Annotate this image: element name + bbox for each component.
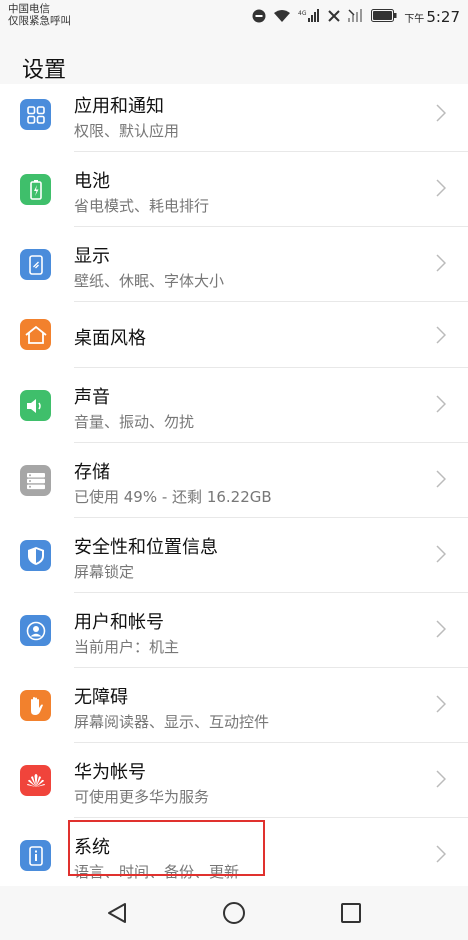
item-title: 显示 <box>74 246 110 267</box>
settings-item-apps-notifications[interactable]: 应用和通知 权限、默认应用 <box>0 84 468 152</box>
time-value: 5:27 <box>426 8 460 26</box>
chevron-right-icon <box>436 620 447 642</box>
chevron-right-icon <box>436 179 447 201</box>
display-icon <box>20 249 51 280</box>
recents-square-icon <box>341 903 361 923</box>
settings-item-display[interactable]: 显示 壁纸、休眠、字体大小 <box>0 227 468 302</box>
page-title: 设置 <box>22 58 67 83</box>
home-button[interactable] <box>220 899 248 927</box>
hand-icon <box>20 690 51 721</box>
chevron-right-icon <box>436 104 447 126</box>
chevron-right-icon <box>436 545 447 567</box>
carrier-info: 中国电信 仅限紧急呼叫 <box>8 3 71 27</box>
battery-icon <box>20 174 51 205</box>
chevron-right-icon <box>436 770 447 792</box>
settings-item-home-style[interactable]: 桌面风格 <box>0 302 468 368</box>
item-title: 电池 <box>74 171 110 192</box>
status-icons: 4G 下午 5:27 <box>252 8 460 26</box>
wifi-icon <box>273 9 291 26</box>
item-subtitle: 屏幕阅读器、显示、互动控件 <box>74 713 270 731</box>
back-button[interactable] <box>103 899 131 927</box>
settings-item-storage[interactable]: 存储 已使用 49% - 还剩 16.22GB <box>0 443 468 518</box>
sound-icon <box>20 390 51 421</box>
chevron-right-icon <box>436 254 447 276</box>
item-title: 安全性和位置信息 <box>74 537 218 558</box>
item-title: 应用和通知 <box>74 96 164 117</box>
emergency-only-label: 仅限紧急呼叫 <box>8 15 71 27</box>
system-icon <box>20 840 51 871</box>
chevron-right-icon <box>436 845 447 867</box>
settings-item-battery[interactable]: 电池 省电模式、耗电排行 <box>0 152 468 227</box>
status-bar: 中国电信 仅限紧急呼叫 4G 下午 5:27 <box>0 0 468 34</box>
chevron-right-icon <box>436 326 447 348</box>
settings-item-security-location[interactable]: 安全性和位置信息 屏幕锁定 <box>0 518 468 593</box>
svg-text:4G: 4G <box>298 10 307 17</box>
highlight-box <box>68 820 265 876</box>
item-title: 华为帐号 <box>74 762 146 783</box>
user-icon <box>20 615 51 646</box>
storage-icon <box>20 465 51 496</box>
apps-icon <box>20 99 51 130</box>
settings-item-sound[interactable]: 声音 音量、振动、勿扰 <box>0 368 468 443</box>
item-subtitle: 省电模式、耗电排行 <box>74 197 210 215</box>
back-triangle-icon <box>108 903 126 923</box>
settings-item-huawei-account[interactable]: 华为帐号 可使用更多华为服务 <box>0 743 468 818</box>
carrier-name: 中国电信 <box>8 3 50 15</box>
chevron-right-icon <box>436 395 447 417</box>
settings-item-accessibility[interactable]: 无障碍 屏幕阅读器、显示、互动控件 <box>0 668 468 743</box>
battery-status-icon <box>371 9 397 25</box>
huawei-icon <box>20 765 51 796</box>
home-icon <box>20 319 51 350</box>
signal-bars-icon <box>348 8 364 26</box>
item-subtitle: 权限、默认应用 <box>74 122 180 140</box>
no-signal-icon <box>327 9 341 26</box>
clock: 下午 5:27 <box>404 8 460 26</box>
item-subtitle: 已使用 49% - 还剩 16.22GB <box>74 488 272 506</box>
item-title: 无障碍 <box>74 687 128 708</box>
home-circle-icon <box>223 902 245 924</box>
recents-button[interactable] <box>337 899 365 927</box>
item-title: 用户和帐号 <box>74 612 164 633</box>
item-subtitle: 壁纸、休眠、字体大小 <box>74 272 225 290</box>
settings-item-users-accounts[interactable]: 用户和帐号 当前用户：机主 <box>0 593 468 668</box>
item-subtitle: 屏幕锁定 <box>74 563 135 581</box>
settings-list[interactable]: 应用和通知 权限、默认应用 电池 省电模式、耗电排行 显示 壁纸、休眠、字体大小… <box>0 84 468 886</box>
shield-icon <box>20 540 51 571</box>
time-prefix: 下午 <box>404 14 425 25</box>
do-not-disturb-icon <box>252 9 266 26</box>
item-subtitle: 可使用更多华为服务 <box>74 788 210 806</box>
chevron-right-icon <box>436 695 447 717</box>
item-subtitle: 当前用户：机主 <box>74 638 180 656</box>
item-title: 声音 <box>74 387 110 408</box>
chevron-right-icon <box>436 470 447 492</box>
item-title: 存储 <box>74 462 110 483</box>
navigation-bar <box>0 886 468 940</box>
signal-4g-icon: 4G <box>298 8 320 26</box>
item-title: 桌面风格 <box>74 328 146 349</box>
item-subtitle: 音量、振动、勿扰 <box>74 413 195 431</box>
